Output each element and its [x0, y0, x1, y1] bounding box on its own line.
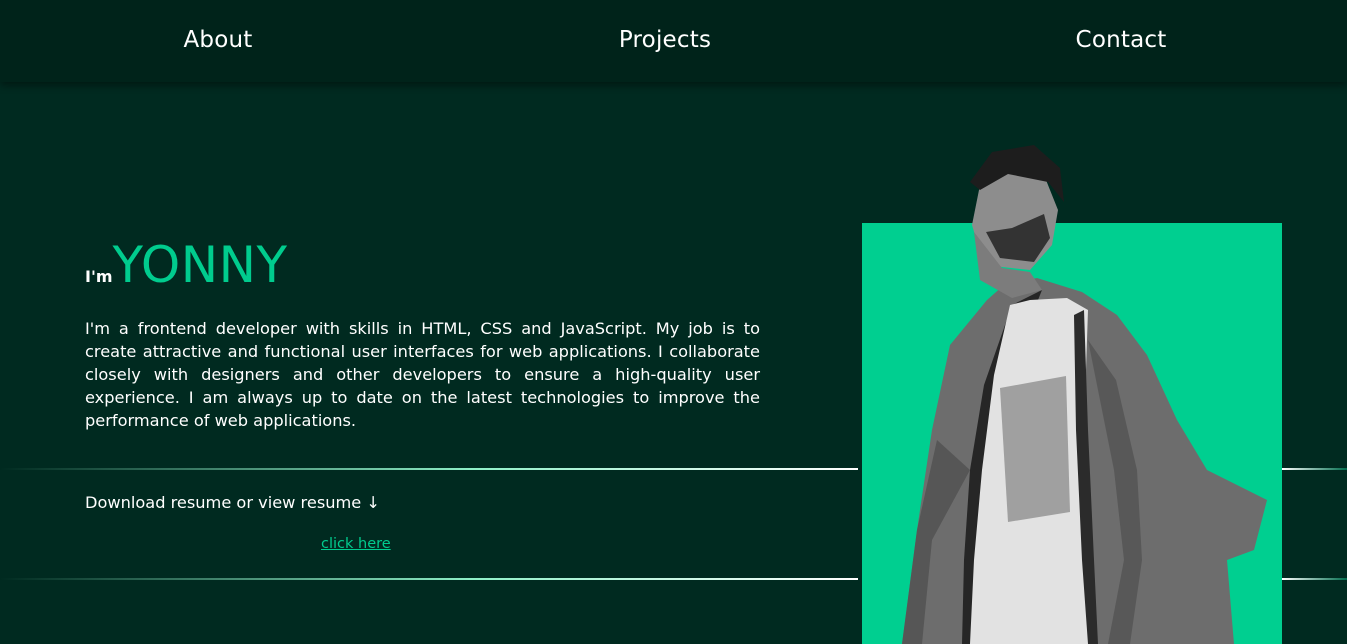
divider-top-right — [1282, 468, 1347, 470]
hero-title: I'mYONNY — [85, 236, 288, 294]
profile-photo — [862, 140, 1282, 644]
divider-bottom — [0, 578, 858, 580]
nav-link-projects[interactable]: Projects — [619, 27, 711, 53]
nav-link-about[interactable]: About — [183, 27, 252, 53]
hero-prefix: I'm — [85, 267, 113, 286]
divider-bottom-right — [1282, 578, 1347, 580]
nav-link-contact[interactable]: Contact — [1076, 27, 1167, 53]
hero-name: YONNY — [112, 236, 288, 294]
profile-photo-figure — [902, 145, 1267, 644]
divider-top — [0, 468, 858, 470]
bio-paragraph: I'm a frontend developer with skills in … — [85, 319, 760, 430]
resume-link[interactable]: click here — [321, 536, 391, 552]
top-navigation: About Projects Contact — [0, 0, 1347, 82]
resume-text: Download resume or view resume ↓ — [85, 493, 380, 512]
